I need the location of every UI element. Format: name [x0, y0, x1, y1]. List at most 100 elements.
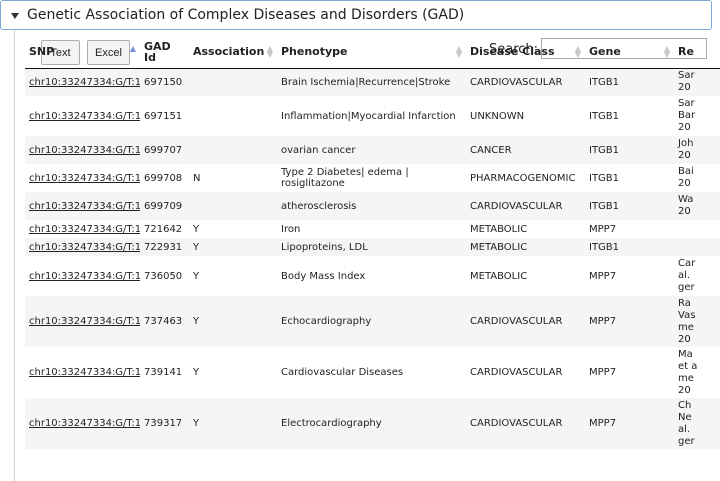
snp-link[interactable]: chr10:33247334:G/T:1: [29, 224, 140, 235]
gene-cell: ITGB1: [585, 238, 674, 256]
gene-cell: ITGB1: [585, 136, 674, 164]
phenotype-cell: Lipoproteins, LDL: [277, 238, 466, 256]
gad-id-cell: 722931: [140, 238, 189, 256]
snp-link[interactable]: chr10:33247334:G/T:1: [29, 242, 140, 253]
gad-id-cell: 699709: [140, 192, 189, 220]
reference-cell: Ra Vas me 20: [674, 296, 720, 347]
snp-cell: chr10:33247334:G/T:1: [25, 296, 140, 347]
gene-cell: MPP7: [585, 296, 674, 347]
table-row: chr10:33247334:G/T:1 737463 Y Echocardiogra…: [25, 296, 720, 347]
table-header-row: SNP ▲ GAD Id Association ▲ ▼ Phenotype ▲ ▼ Di…: [25, 36, 720, 69]
disease-class-cell: PHARMACOGENOMIC: [466, 164, 585, 192]
association-cell: Y: [189, 398, 277, 449]
phenotype-cell: Inflammation|Myocardial Infarction: [277, 96, 466, 136]
snp-cell: chr10:33247334:G/T:1: [25, 68, 140, 96]
gad-id-cell: 697151: [140, 96, 189, 136]
phenotype-cell: Echocardiography: [277, 296, 466, 347]
sort-icon: ▲ ▼: [574, 44, 581, 59]
disease-class-cell: CANCER: [466, 136, 585, 164]
table-row: chr10:33247334:G/T:1 739317 Y Electrocardio…: [25, 398, 720, 449]
column-header-gene[interactable]: Gene ▲ ▼: [585, 36, 674, 69]
table-row: chr10:33247334:G/T:1 721642 Y Iron METABOLIC…: [25, 220, 720, 238]
phenotype-cell: Cardiovascular Diseases: [277, 347, 466, 398]
gene-cell: MPP7: [585, 220, 674, 238]
phenotype-cell: Iron: [277, 220, 466, 238]
reference-cell: Sar Bar 20: [674, 96, 720, 136]
reference-cell: [674, 238, 720, 256]
column-header-ref[interactable]: Re: [674, 36, 720, 69]
table-row: chr10:33247334:G/T:1 697151 Inflammation|M…: [25, 96, 720, 136]
sort-icon: ▲ ▼: [663, 44, 670, 59]
association-cell: Y: [189, 296, 277, 347]
disease-class-cell: CARDIOVASCULAR: [466, 68, 585, 96]
association-cell: Y: [189, 256, 277, 296]
association-cell: [189, 192, 277, 220]
column-header-gad-id[interactable]: GAD Id: [140, 36, 189, 69]
gene-cell: ITGB1: [585, 192, 674, 220]
table-row: chr10:33247334:G/T:1 736050 Y Body Mass Ind…: [25, 256, 720, 296]
snp-cell: chr10:33247334:G/T:1: [25, 192, 140, 220]
disease-class-cell: CARDIOVASCULAR: [466, 347, 585, 398]
snp-cell: chr10:33247334:G/T:1: [25, 256, 140, 296]
snp-cell: chr10:33247334:G/T:1: [25, 136, 140, 164]
disease-class-cell: CARDIOVASCULAR: [466, 398, 585, 449]
gene-cell: MPP7: [585, 398, 674, 449]
snp-link[interactable]: chr10:33247334:G/T:1: [29, 418, 140, 429]
column-header-association[interactable]: Association ▲ ▼: [189, 36, 277, 69]
sort-icon: ▲ ▼: [266, 44, 273, 59]
disease-class-cell: CARDIOVASCULAR: [466, 296, 585, 347]
association-cell: [189, 96, 277, 136]
reference-cell: [674, 220, 720, 238]
gene-cell: ITGB1: [585, 68, 674, 96]
reference-cell: Ch Ne al. ger: [674, 398, 720, 449]
table-row: chr10:33247334:G/T:1 699708 N Type 2 Diabet…: [25, 164, 720, 192]
association-cell: Y: [189, 238, 277, 256]
snp-link[interactable]: chr10:33247334:G/T:1: [29, 201, 140, 212]
table-row: chr10:33247334:G/T:1 699707 ovarian cancer…: [25, 136, 720, 164]
gene-cell: MPP7: [585, 347, 674, 398]
reference-cell: Bai 20: [674, 164, 720, 192]
association-cell: Y: [189, 220, 277, 238]
disease-class-cell: CARDIOVASCULAR: [466, 192, 585, 220]
disease-class-cell: UNKNOWN: [466, 96, 585, 136]
snp-link[interactable]: chr10:33247334:G/T:1: [29, 271, 140, 282]
snp-link[interactable]: chr10:33247334:G/T:1: [29, 145, 140, 156]
table-row: chr10:33247334:G/T:1 699709 atherosclerosi…: [25, 192, 720, 220]
phenotype-cell: ovarian cancer: [277, 136, 466, 164]
panel-title: Genetic Association of Complex Diseases …: [27, 7, 465, 23]
snp-link[interactable]: chr10:33247334:G/T:1: [29, 367, 140, 378]
gad-id-cell: 739141: [140, 347, 189, 398]
snp-link[interactable]: chr10:33247334:G/T:1: [29, 173, 140, 184]
gene-cell: MPP7: [585, 256, 674, 296]
table-row: chr10:33247334:G/T:1 722931 Y Lipoproteins,…: [25, 238, 720, 256]
phenotype-cell: Type 2 Diabetes| edema | rosiglitazone: [277, 164, 466, 192]
snp-link[interactable]: chr10:33247334:G/T:1: [29, 77, 140, 88]
gad-id-cell: 737463: [140, 296, 189, 347]
gene-cell: ITGB1: [585, 96, 674, 136]
gad-id-cell: 736050: [140, 256, 189, 296]
column-header-phenotype[interactable]: Phenotype ▲ ▼: [277, 36, 466, 69]
panel-header-gad[interactable]: Genetic Association of Complex Diseases …: [0, 0, 712, 30]
snp-link[interactable]: chr10:33247334:G/T:1: [29, 316, 140, 327]
phenotype-cell: Electrocardiography: [277, 398, 466, 449]
gad-table: SNP ▲ GAD Id Association ▲ ▼ Phenotype ▲ ▼ Di…: [25, 36, 720, 449]
sort-asc-icon: ▲: [129, 44, 136, 53]
reference-cell: Car al. ger: [674, 256, 720, 296]
snp-cell: chr10:33247334:G/T:1: [25, 347, 140, 398]
association-cell: [189, 68, 277, 96]
snp-cell: chr10:33247334:G/T:1: [25, 96, 140, 136]
snp-link[interactable]: chr10:33247334:G/T:1: [29, 111, 140, 122]
phenotype-cell: atherosclerosis: [277, 192, 466, 220]
column-header-disease-class[interactable]: Disease Class ▲ ▼: [466, 36, 585, 69]
gad-id-cell: 721642: [140, 220, 189, 238]
disease-class-cell: METABOLIC: [466, 220, 585, 238]
gene-cell: ITGB1: [585, 164, 674, 192]
reference-cell: Sar 20: [674, 68, 720, 96]
disease-class-cell: METABOLIC: [466, 256, 585, 296]
column-header-snp[interactable]: SNP ▲: [25, 36, 140, 69]
phenotype-cell: Body Mass Index: [277, 256, 466, 296]
gad-id-cell: 697150: [140, 68, 189, 96]
reference-cell: Joh 20: [674, 136, 720, 164]
gad-id-cell: 699707: [140, 136, 189, 164]
snp-cell: chr10:33247334:G/T:1: [25, 164, 140, 192]
